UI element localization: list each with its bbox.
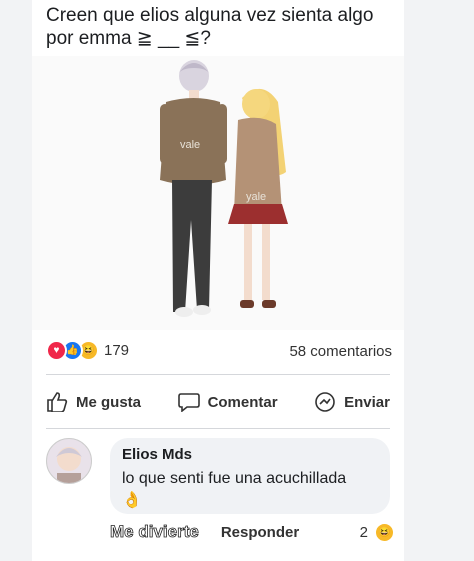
comment-reaction-count[interactable]: 2 😆 <box>359 522 395 543</box>
comment-author[interactable]: Elios Mds <box>122 446 192 463</box>
like-label: Me gusta <box>76 393 142 411</box>
comment-label: Comentar <box>207 393 278 411</box>
thumbs-up-icon <box>47 392 68 412</box>
comments-count[interactable]: 58 comentarios <box>289 343 392 360</box>
comment-button[interactable]: Comentar <box>177 392 278 412</box>
like-button[interactable]: Me gusta <box>46 392 141 412</box>
haha-icon: 😆 <box>374 522 395 543</box>
reaction-summary[interactable]: ♥ 👍 😆 179 <box>46 340 129 361</box>
send-button[interactable]: Enviar <box>314 391 390 413</box>
post-text: Creen que elios alguna vez sienta algo p… <box>46 5 374 49</box>
ok-hand-emoji: 👌 <box>122 492 142 509</box>
comment-bubble: Elios Mds lo que senti fue una acuchilla… <box>110 438 390 514</box>
messenger-icon <box>315 392 335 412</box>
divider <box>46 374 390 375</box>
comment-actions: Me divierte Responder <box>110 522 321 542</box>
comment-reaction-number: 2 <box>359 524 368 541</box>
send-label: Enviar <box>344 393 390 411</box>
post-card: Creen que elios alguna vez sienta algo p… <box>32 0 404 561</box>
post-image[interactable]: vale yale <box>32 56 404 330</box>
divider <box>46 428 390 429</box>
avatar[interactable] <box>46 438 92 484</box>
haha-reaction-button[interactable]: Me divierte <box>110 522 200 542</box>
image-watermark-2: yale <box>246 191 266 203</box>
girl-figure: yale <box>228 88 288 308</box>
post-actions: Me gusta Comentar Enviar <box>46 385 390 419</box>
reaction-count: 179 <box>104 342 130 359</box>
reply-button[interactable]: Responder <box>221 524 299 541</box>
comment-icon <box>177 393 200 412</box>
image-watermark-1: vale <box>180 139 200 151</box>
comment-text: lo que senti fue una acuchillada <box>122 470 347 487</box>
love-icon: ♥ <box>46 340 67 361</box>
boy-figure: vale <box>160 60 227 317</box>
anime-couple-illustration: vale yale <box>160 60 288 317</box>
